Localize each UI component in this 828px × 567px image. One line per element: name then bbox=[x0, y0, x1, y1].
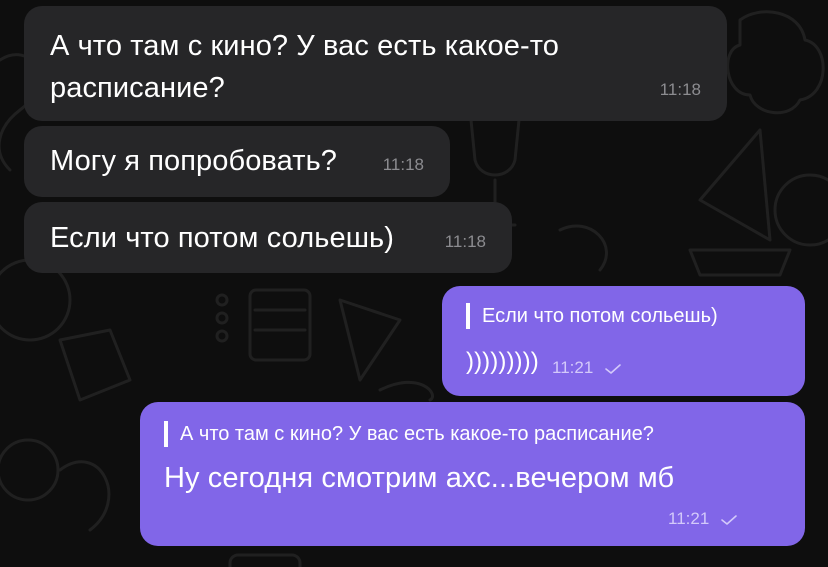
outgoing-message-bubble[interactable]: А что там с кино? У вас есть какое-то ра… bbox=[140, 402, 805, 546]
message-text-line: А что там с кино? У вас есть какое-то bbox=[50, 30, 559, 62]
outgoing-message-bubble[interactable]: Если что потом сольешь) ))))))))) 11:21 bbox=[442, 286, 805, 396]
incoming-message-bubble[interactable]: Если что потом сольешь) 11:18 bbox=[24, 202, 512, 273]
message-timestamp: 11:18 bbox=[382, 155, 424, 174]
message-timestamp: 11:18 bbox=[659, 80, 701, 99]
message-timestamp: 11:21 bbox=[668, 509, 710, 528]
message-text: Ну сегодня смотрим ахс...вечером мб bbox=[164, 462, 675, 494]
message-timestamp: 11:21 bbox=[552, 358, 594, 377]
message-text: Могу я попробовать? bbox=[50, 145, 338, 177]
sent-check-icon bbox=[721, 515, 737, 525]
message-text: ))))))))) bbox=[466, 348, 539, 375]
incoming-message-bubble[interactable]: А что там с кино? У вас есть какое-то ра… bbox=[24, 6, 727, 121]
reply-quote[interactable]: А что там с кино? У вас есть какое-то ра… bbox=[164, 421, 654, 447]
message-text-line: расписание? bbox=[50, 72, 225, 104]
message-text: Если что потом сольешь) bbox=[50, 222, 395, 254]
incoming-message-bubble[interactable]: Могу я попробовать? 11:18 bbox=[24, 126, 450, 197]
sent-check-icon bbox=[605, 364, 621, 374]
reply-quote[interactable]: Если что потом сольешь) bbox=[466, 303, 718, 329]
message-timestamp: 11:18 bbox=[444, 232, 486, 251]
